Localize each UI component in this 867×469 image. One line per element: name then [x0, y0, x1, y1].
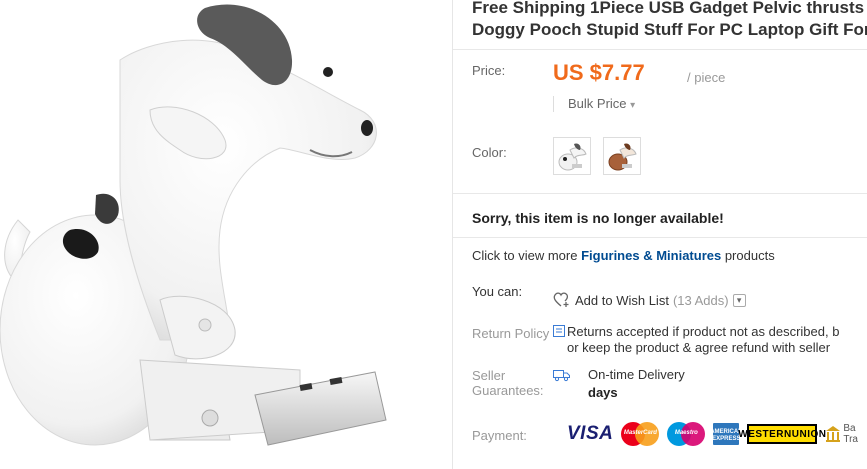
divider-line — [453, 237, 867, 238]
delivery-days: days — [588, 385, 618, 400]
product-title: Free Shipping 1Piece USB Gadget Pelvic t… — [472, 0, 867, 41]
document-icon — [553, 325, 565, 337]
visa-icon: VISA — [567, 423, 614, 444]
wishlist-label: Add to Wish List — [575, 292, 669, 308]
divider-line — [453, 193, 867, 194]
product-title-line1: Free Shipping 1Piece USB Gadget Pelvic t… — [472, 0, 867, 17]
payment-methods: VISA MasterCard Maestro AMERICAN EXPRESS… — [567, 422, 858, 446]
truck-icon — [553, 370, 570, 382]
chevron-down-icon[interactable]: ▾ — [732, 293, 746, 307]
white-dog-thumbnail-icon — [558, 143, 587, 171]
dog-gadget-illustration — [0, 4, 387, 446]
divider-line — [453, 49, 867, 50]
more-products-prefix: Click to view more — [472, 248, 582, 263]
western-union-icon: WESTERN UNION — [738, 424, 826, 444]
unavailable-message: Sorry, this item is no longer available! — [472, 210, 724, 226]
payment-label: Payment: — [472, 428, 527, 443]
color-option-brown[interactable] — [603, 137, 641, 175]
western-union-line2: UNION — [791, 429, 827, 440]
bank-transfer-icon: Ba Tra — [825, 422, 858, 446]
mastercard-icon: MasterCard — [621, 422, 660, 446]
amex-icon: AMERICAN EXPRESS — [710, 423, 743, 445]
seller-guarantees-label-line2: Guarantees: — [472, 383, 544, 398]
bulk-price-dropdown[interactable]: Bulk Price ▾ — [553, 96, 635, 112]
return-policy-line1: Returns accepted if product not as descr… — [567, 324, 840, 339]
more-products-suffix: products — [721, 248, 775, 263]
mastercard-label: MasterCard — [623, 430, 657, 436]
price-unit: / piece — [687, 70, 726, 85]
price-amount: US $7.77 — [553, 60, 645, 85]
add-to-wishlist[interactable]: Add to Wish List (13 Adds) ▾ — [553, 292, 746, 308]
bank-building-icon — [826, 426, 841, 442]
seller-guarantees-label-line1: Seller — [472, 368, 506, 383]
maestro-icon: Maestro — [667, 422, 706, 446]
bank-label-line1: Ba — [843, 423, 856, 434]
product-title-line2: Doggy Pooch Stupid Stuff For PC Laptop G… — [472, 20, 867, 39]
wishlist-count: (13 Adds) — [672, 292, 729, 308]
you-can-label: You can: — [472, 284, 523, 299]
heart-plus-icon — [553, 292, 569, 307]
color-option-white[interactable] — [553, 137, 591, 175]
return-policy-text: Returns accepted if product not as descr… — [567, 324, 839, 356]
western-union-line1: WESTERN — [738, 429, 792, 440]
bulk-price-label: Bulk Price — [568, 96, 627, 111]
seller-guarantees-label: Seller Guarantees: — [472, 368, 544, 398]
chevron-down-icon: ▾ — [630, 100, 636, 111]
price-label: Price: — [472, 63, 506, 78]
color-label: Color: — [472, 145, 507, 160]
product-detail-panel: Free Shipping 1Piece USB Gadget Pelvic t… — [453, 0, 867, 469]
product-image[interactable] — [0, 0, 452, 469]
category-link[interactable]: Figurines & Miniatures — [581, 248, 721, 263]
brown-dog-thumbnail-icon — [608, 143, 637, 171]
return-policy-line2: or keep the product & agree refund with … — [567, 340, 831, 355]
on-time-delivery: On-time Delivery — [588, 367, 685, 382]
maestro-label: Maestro — [674, 430, 698, 436]
bank-label-line2: Tra — [843, 434, 858, 445]
more-products-text: Click to view more Figurines & Miniature… — [472, 248, 775, 263]
return-policy-label: Return Policy — [472, 326, 550, 341]
